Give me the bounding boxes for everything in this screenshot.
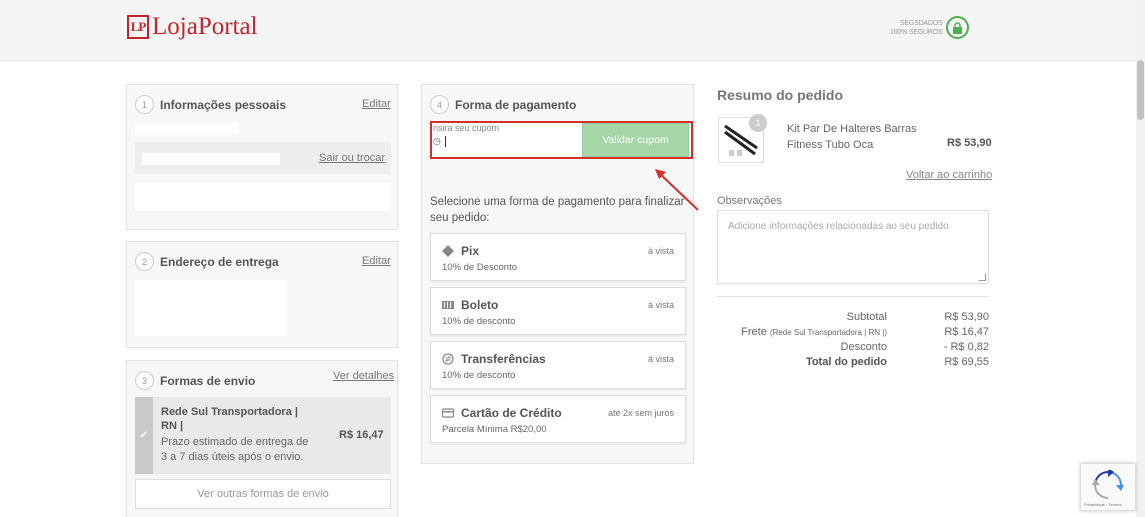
redacted-field <box>142 153 280 165</box>
validate-coupon-button[interactable]: Validar cupom <box>582 123 689 157</box>
step-number: 4 <box>430 95 449 114</box>
subtotal-value: R$ 53,90 <box>944 311 989 323</box>
product-price: R$ 53,90 <box>947 137 992 149</box>
payment-method-sub: 10% de desconto <box>442 316 516 327</box>
recaptcha-badge[interactable]: Privacidade - Termos <box>1080 463 1136 511</box>
view-details-link[interactable]: Ver detalhes <box>333 370 394 382</box>
lock-icon <box>946 16 970 39</box>
step-number: 2 <box>135 252 154 271</box>
summary-title: Resumo do pedido <box>717 87 843 103</box>
shipping-option-name: Rede Sul Transportadora | RN | <box>161 406 298 432</box>
secure-line-1: SEGSDADOS <box>899 19 943 27</box>
scrollbar[interactable] <box>1136 0 1145 517</box>
logo-mark: LP <box>127 15 149 39</box>
payment-method-name: Cartão de Crédito <box>461 406 562 420</box>
payment-method-name: Transferências <box>461 352 546 366</box>
payment-method-boleto[interactable]: Boleto 10% de desconto à vista <box>430 287 686 335</box>
payment-method-sub: 10% de desconto <box>442 370 516 381</box>
payment-method-sub: Parcela Mínima R$20,00 <box>442 424 547 435</box>
observations-textarea[interactable]: Adicione informações relacionadas ao seu… <box>717 210 989 284</box>
coupon-input[interactable]: nsira seu cupom ◷ <box>432 123 582 157</box>
payment-method-terms: à vista <box>647 246 674 256</box>
step-number: 3 <box>135 371 154 390</box>
resize-handle-icon[interactable] <box>979 274 986 281</box>
section-title: Formas de envio <box>160 373 256 388</box>
step-number: 1 <box>135 95 154 114</box>
shipping-label: Frete <box>741 326 767 338</box>
scrollbar-thumb[interactable] <box>1137 60 1144 120</box>
transfer-icon <box>442 353 454 365</box>
check-icon: ✔ <box>135 397 153 474</box>
payment-method-credit-card[interactable]: Cartão de Crédito Parcela Mínima R$20,00… <box>430 395 686 443</box>
pix-icon <box>442 245 454 257</box>
total-label: Total do pedido <box>805 356 887 368</box>
payment-method-name: Boleto <box>461 298 499 312</box>
redacted-address <box>135 280 287 336</box>
redacted-field <box>135 123 239 135</box>
payment-section: 4 Forma de pagamento nsira seu cupom ◷ V… <box>421 84 694 464</box>
shipping-option-price: R$ 16,47 <box>339 429 384 441</box>
shipping-option-selected[interactable]: ✔ Rede Sul Transportadora | RN | Prazo e… <box>135 397 391 474</box>
edit-personal-link[interactable]: Editar <box>362 98 391 110</box>
coupon-label: nsira seu cupom <box>433 123 500 133</box>
discount-label: Desconto <box>840 341 887 353</box>
barcode-icon <box>442 299 454 311</box>
back-to-cart-link[interactable]: Voltar ao carrinho <box>906 169 992 181</box>
logo-text: LojaPortal <box>152 13 258 40</box>
shipping-detail: (Rede Sul Transportadora | RN |) <box>769 328 887 337</box>
other-shipping-button[interactable]: Ver outras formas de envio <box>135 479 391 509</box>
section-title: Informações pessoais <box>160 97 287 112</box>
annotation-arrow-icon <box>655 169 699 211</box>
edit-address-link[interactable]: Editar <box>362 255 391 267</box>
switch-account-link[interactable]: Sair ou trocar <box>319 152 385 164</box>
coupon-highlight: nsira seu cupom ◷ Validar cupom <box>430 121 693 159</box>
secure-badge: SEGSDADOS 100% SEGUROS <box>890 16 970 39</box>
divider <box>717 296 989 297</box>
payment-method-sub: 10% de Desconto <box>442 262 517 273</box>
recaptcha-icon <box>1092 470 1124 499</box>
shipping-option-desc: Prazo estimado de entrega de 3 a 7 dias … <box>161 436 309 463</box>
secure-line-2: 100% SEGUROS <box>890 28 943 36</box>
logo[interactable]: LP LojaPortal <box>127 12 258 42</box>
header: LP LojaPortal SEGSDADOS 100% SEGUROS <box>0 0 1145 61</box>
payment-method-transfer[interactable]: Transferências 10% de desconto à vista <box>430 341 686 389</box>
redacted-field <box>135 183 391 211</box>
payment-method-terms: à vista <box>647 354 674 364</box>
credit-card-icon <box>441 407 455 419</box>
account-row: Sair ou trocar <box>135 142 391 174</box>
payment-method-pix[interactable]: Pix 10% de Desconto à vista <box>430 233 686 281</box>
product-quantity-badge: 1 <box>749 114 767 132</box>
shipping-value: R$ 16,47 <box>944 326 989 338</box>
address-section: 2 Endereço de entrega Editar <box>126 241 398 348</box>
subtotal-label: Subtotal <box>846 311 887 323</box>
observations-placeholder: Adicione informações relacionadas ao seu… <box>728 221 949 232</box>
payment-method-terms: à vista <box>647 300 674 310</box>
payment-method-terms: até 2x sem juros <box>607 408 674 418</box>
discount-value: - R$ 0,82 <box>943 341 989 353</box>
shipping-section: 3 Formas de envio Ver detalhes ✔ Rede Su… <box>126 360 398 517</box>
recaptcha-text: Privacidade - Termos <box>1084 502 1122 507</box>
observations-label: Observações <box>717 195 782 207</box>
section-title: Forma de pagamento <box>455 97 577 112</box>
personal-info-section: 1 Informações pessoais Editar Sair ou tr… <box>126 84 398 230</box>
coupon-icon: ◷ <box>433 136 441 146</box>
payment-method-name: Pix <box>461 244 480 258</box>
product-name: Kit Par De Halteres Barras Fitness Tubo … <box>787 123 917 151</box>
section-title: Endereço de entrega <box>160 254 279 269</box>
total-value: R$ 69,55 <box>944 356 989 368</box>
text-cursor <box>445 136 446 147</box>
